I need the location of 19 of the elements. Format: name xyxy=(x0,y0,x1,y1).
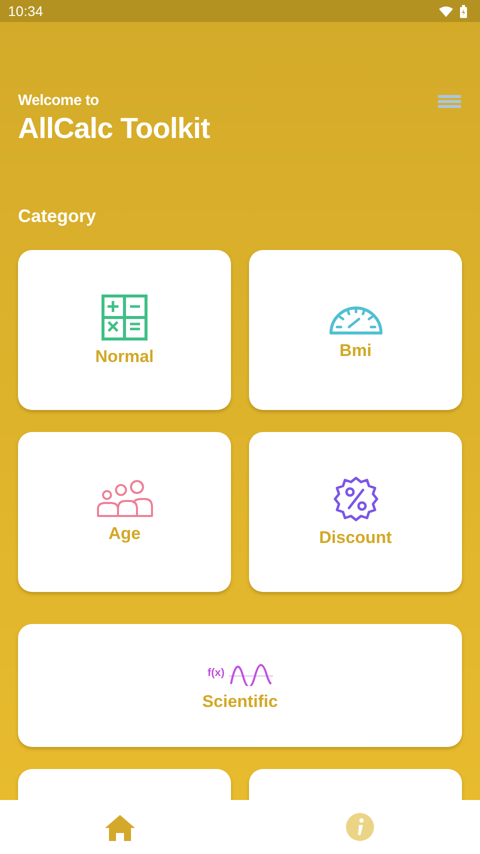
menu-button[interactable] xyxy=(438,92,461,108)
category-card[interactable]: f(x) Scientific xyxy=(18,624,462,747)
wifi-icon xyxy=(438,4,454,18)
app-title: AllCalc Toolkit xyxy=(18,113,210,146)
category-card[interactable]: Age xyxy=(18,432,231,592)
home-icon xyxy=(105,814,135,840)
info-icon xyxy=(346,813,374,841)
clock-time: 10:34 xyxy=(8,3,44,19)
people-icon xyxy=(96,480,152,518)
battery-icon xyxy=(459,4,468,18)
category-card[interactable]: Normal xyxy=(18,250,231,410)
category-card[interactable]: Bmi xyxy=(249,250,462,410)
category-card[interactable]: Discount xyxy=(249,432,462,592)
menu-icon xyxy=(438,95,461,108)
percent-badge-icon xyxy=(332,476,378,522)
section-title: Category xyxy=(18,206,98,227)
calculator-icon xyxy=(101,294,148,340)
greeting-text: Welcome to xyxy=(18,92,100,109)
function-label: f(x) xyxy=(207,666,225,678)
